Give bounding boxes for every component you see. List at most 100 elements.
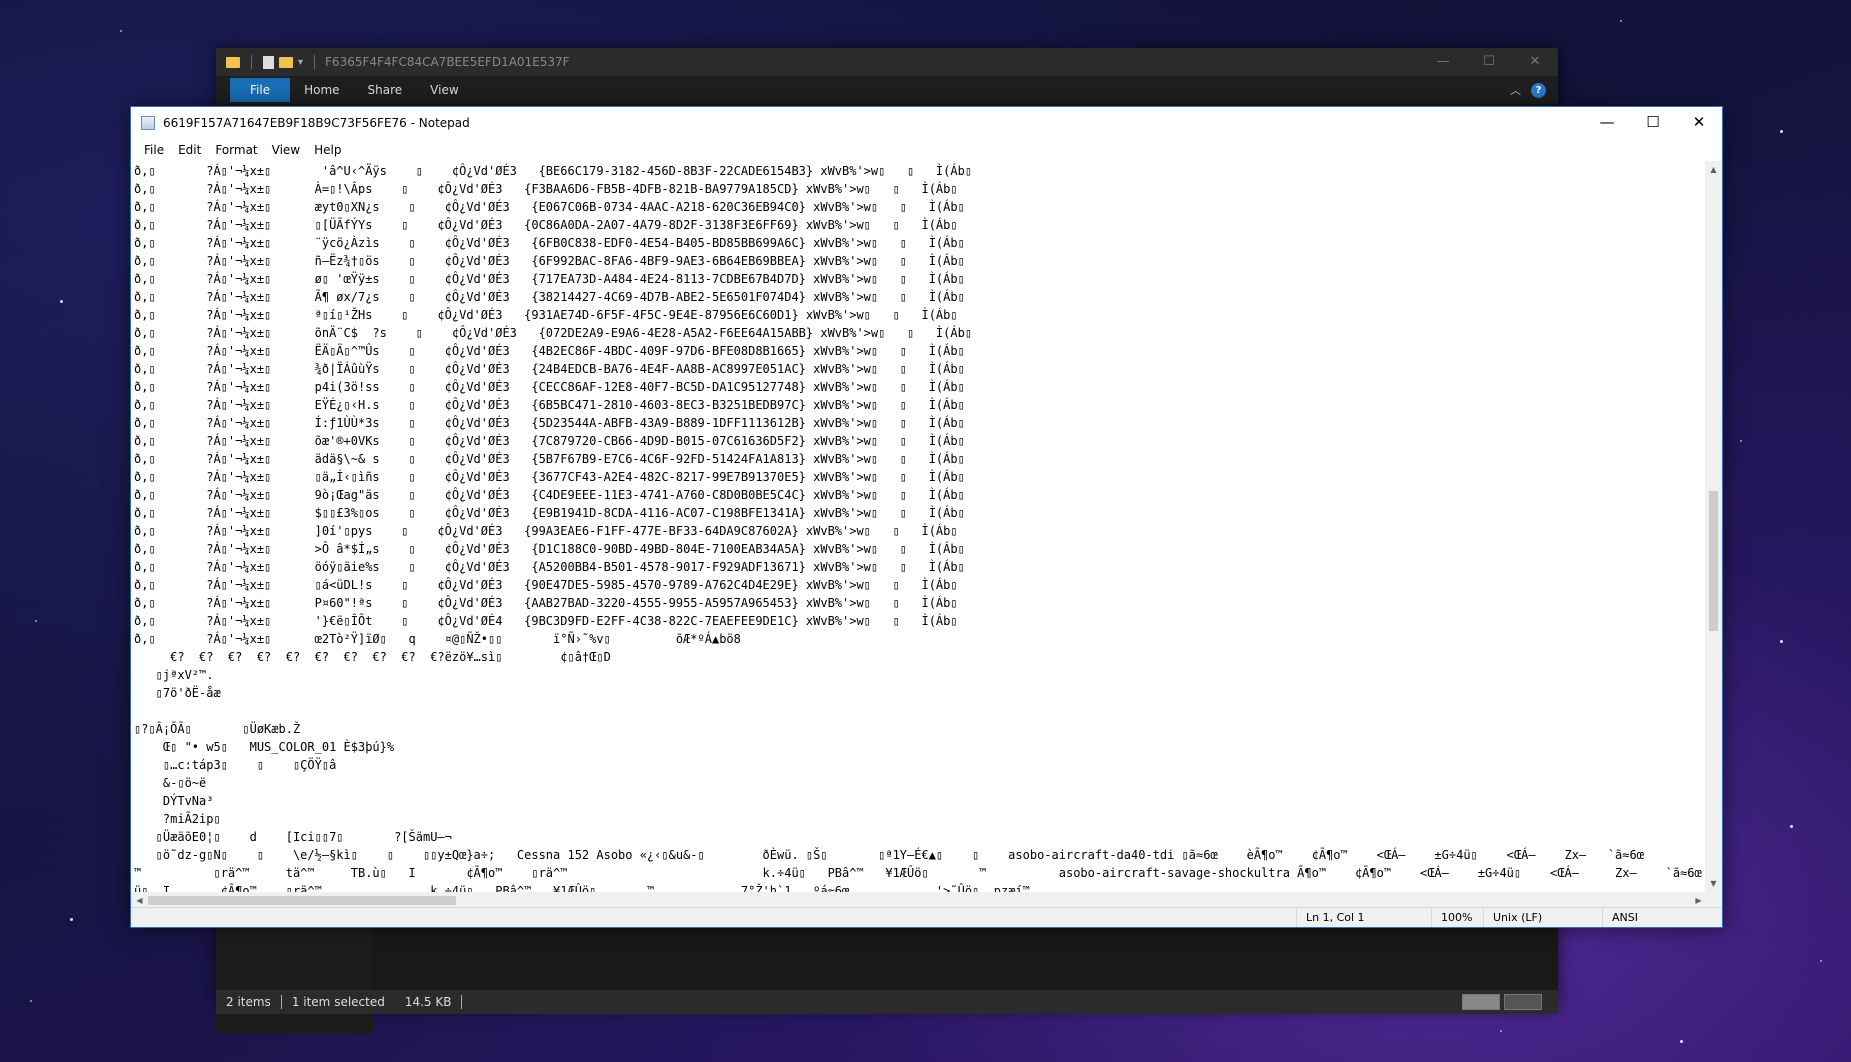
menu-file[interactable]: File [137, 143, 171, 157]
text-line[interactable]: ð,▯ ?Á▯'¬¼x±▯ ▯á<üDL!s ▯ ¢Ô¿Vd'ØÉ3 {90E4… [134, 576, 1707, 594]
text-line[interactable]: ?miÃ2ip▯ [134, 810, 1707, 828]
vertical-scroll-thumb[interactable] [1709, 491, 1718, 631]
text-line[interactable]: Œ▯ "• w5▯ MUS_COLOR_01 È$3þú}% [134, 738, 1707, 756]
text-line[interactable]: ▯?▯Â¡ÕÃ▯ ▯ÜøKæb.Ž [134, 720, 1707, 738]
folder-icon[interactable] [226, 56, 240, 68]
navigation-pane[interactable] [216, 928, 373, 1034]
chevron-down-icon[interactable]: ▾ [298, 57, 303, 68]
line-ending: Unix (LF) [1493, 911, 1543, 924]
text-line[interactable]: ð,▯ ?Á▯'¬¼x±▯ ª▯í▯¹ŽHs ▯ ¢Ô¿Vd'ØÉ3 {931A… [134, 306, 1707, 324]
text-line[interactable]: ▯ÜæäõE0¦▯ d [Ici▯▯7▯ ?[ŠämU–¬ [134, 828, 1707, 846]
new-folder-icon[interactable] [279, 56, 293, 68]
editor-content[interactable]: ð,▯ ?Á▯'¬¼x±▯ 'â^U‹^Äÿs ▯ ¢Ô¿Vd'ØÉ3 {BE6… [131, 161, 1707, 892]
text-line[interactable]: ð,▯ ?Á▯'¬¼x±▯ ñ–Ëz¾†▯ös ▯ ¢Ô¿Vd'ØÉ3 {6F9… [134, 252, 1707, 270]
scroll-down-icon[interactable]: ▼ [1705, 875, 1722, 892]
details-view-icon[interactable] [1462, 994, 1500, 1010]
minimize-icon[interactable]: — [1420, 48, 1466, 76]
chevron-up-icon[interactable]: ︿ [1510, 82, 1521, 98]
close-icon[interactable]: ✕ [1512, 48, 1558, 76]
star [1500, 1030, 1502, 1032]
text-line[interactable]: ð,▯ ?Á▯'¬¼x±▯ >Ô â*$Í„s ▯ ¢Ô¿Vd'ØÉ3 {D1C… [134, 540, 1707, 558]
text-line[interactable]: ð,▯ ?Á▯'¬¼x±▯ ¾ð|ÏÁûùŸs ▯ ¢Ô¿Vd'ØÉ3 {24B… [134, 360, 1707, 378]
text-line[interactable]: €? €? €? €? €? €? €? €? €? €?ëzö¥…sì▯ ¢▯… [134, 648, 1707, 666]
text-line[interactable]: ™ ▯rä^™ tä^™ TB.ù▯ I ¢Ã¶o™ ▯rä^™ k.÷4ü▯ … [134, 864, 1707, 882]
text-line[interactable]: ð,▯ ?Á▯'¬¼x±▯ ▯ä„Í‹▯ìñs ▯ ¢Ô¿Vd'ØÉ3 {367… [134, 468, 1707, 486]
text-line[interactable]: ð,▯ ?Á▯'¬¼x±▯ Ã¶ øx/7¿s ▯ ¢Ô¿Vd'ØÉ3 {382… [134, 288, 1707, 306]
text-line[interactable]: ð,▯ ?Á▯'¬¼x±▯ œ2Tò²Ÿ]ïØ▯ q ¤@▯ÑŽ•▯▯ ï°Ñ›… [134, 630, 1707, 648]
text-line[interactable]: ð,▯ ?Á▯'¬¼x±▯ p4i(3ö!ss ▯ ¢Ô¿Vd'ØÉ3 {CEC… [134, 378, 1707, 396]
help-icon[interactable]: ? [1531, 82, 1546, 98]
notepad-status-bar: Ln 1, Col 1 100% Unix (LF) ANSI [131, 907, 1722, 927]
text-line[interactable]: ð,▯ ?Á▯'¬¼x±▯ 'â^U‹^Äÿs ▯ ¢Ô¿Vd'ØÉ3 {BE6… [134, 162, 1707, 180]
text-line[interactable]: ▯ö˜dz-g▯N▯ ▯ \e/½–§kì▯ ▯ ▯▯y±Qœ}a÷; Cess… [134, 846, 1707, 864]
menu-edit[interactable]: Edit [171, 143, 208, 157]
text-line[interactable]: ð,▯ ?Á▯'¬¼x±▯ õæ'®+0VKs ▯ ¢Ô¿Vd'ØÉ3 {7C8… [134, 432, 1707, 450]
text-line[interactable]: ð,▯ ?Á▯'¬¼x±▯ öóÿ▯äie%s ▯ ¢Ô¿Vd'ØÉ3 {A52… [134, 558, 1707, 576]
text-line[interactable]: ð,▯ ?Á▯'¬¼x±▯ ädä§\~& s ▯ ¢Ô¿Vd'ØÉ3 {5B7… [134, 450, 1707, 468]
star [1620, 20, 1622, 22]
scroll-up-icon[interactable]: ▲ [1705, 161, 1722, 178]
maximize-icon[interactable]: ☐ [1630, 107, 1676, 137]
divider [1431, 908, 1432, 927]
star [1740, 440, 1742, 442]
minimize-icon[interactable]: — [1584, 107, 1630, 137]
text-line[interactable]: ð,▯ ?Á▯'¬¼x±▯ ËÄ▯Ä▯^™Ûs ▯ ¢Ô¿Vd'ØÉ3 {4B2… [134, 342, 1707, 360]
text-line[interactable]: ▯jªxV²™. [134, 666, 1707, 684]
notepad-title-bar: 6619F157A71647EB9F18B9C73F56FE76 - Notep… [131, 107, 1722, 139]
text-line[interactable]: ð,▯ ?Á▯'¬¼x±▯ $▯▯£3%▯os ▯ ¢Ô¿Vd'ØÉ3 {E9B… [134, 504, 1707, 522]
text-line[interactable]: ð,▯ ?Á▯'¬¼x±▯ À=▯!\Âps ▯ ¢Ô¿Vd'ØÉ3 {F3BA… [134, 180, 1707, 198]
zoom-level: 100% [1441, 911, 1473, 924]
horizontal-scroll-thumb[interactable] [148, 896, 456, 905]
text-line[interactable]: ð,▯ ?Á▯'¬¼x±▯ æyt0▯XN¿s ▯ ¢Ô¿Vd'ØÉ3 {E06… [134, 198, 1707, 216]
text-line[interactable]: ▯…c:táp3▯ ▯ ▯ÇÖŸ▯â [134, 756, 1707, 774]
explorer-title-bar: ▾ F6365F4F4FC84CA7BEE5EFD1A01E537F — ☐ ✕ [216, 48, 1558, 76]
star [1680, 1040, 1683, 1043]
notepad-window: 6619F157A71647EB9F18B9C73F56FE76 - Notep… [130, 106, 1723, 928]
menu-help[interactable]: Help [307, 143, 348, 157]
text-line[interactable]: ð,▯ ?Á▯'¬¼x±▯ '}€ë▯ÎÕt ▯ ¢Ô¿Vd'ØÉ4 {9BC3… [134, 612, 1707, 630]
text-line[interactable] [134, 702, 1707, 720]
divider [251, 55, 252, 69]
maximize-icon[interactable]: ☐ [1466, 48, 1512, 76]
text-line[interactable]: ð,▯ ?Á▯'¬¼x±▯ õnÄ¨C$ ?s ▯ ¢Ô¿Vd'ØÉ3 {072… [134, 324, 1707, 342]
star [1780, 640, 1783, 643]
text-line[interactable]: ü▯ I ¢Ã¶o™ ▯rä^™ k.÷4ü▯ PBâ^™ ¥1ÆÛö▯ ™ 7… [134, 882, 1707, 892]
menu-format[interactable]: Format [208, 143, 264, 157]
vertical-scrollbar[interactable]: ▲ ▼ [1705, 161, 1722, 892]
text-line[interactable]: DÝTvNa³ [134, 792, 1707, 810]
menu-view[interactable]: View [265, 143, 307, 157]
text-line[interactable]: &-▯ö~ë [134, 774, 1707, 792]
properties-icon[interactable] [263, 55, 274, 69]
text-line[interactable]: ð,▯ ?Á▯'¬¼x±▯ 9ò¡Œag"äs ▯ ¢Ô¿Vd'ØÉ3 {C4D… [134, 486, 1707, 504]
explorer-status-bar: 2 items 1 item selected 14.5 KB [216, 990, 1558, 1014]
tab-view[interactable]: View [416, 78, 472, 102]
text-line[interactable]: ð,▯ ?Á▯'¬¼x±▯ ▯[ÜÃfÝYs ▯ ¢Ô¿Vd'ØÉ3 {0C86… [134, 216, 1707, 234]
item-count: 2 items [226, 995, 271, 1009]
star [1780, 130, 1783, 133]
large-icons-view-icon[interactable] [1504, 994, 1542, 1010]
text-line[interactable]: ▯7ö'ðË-åæ [134, 684, 1707, 702]
text-line[interactable]: ð,▯ ?Á▯'¬¼x±▯ ¨ÿcö¿Àzìs ▯ ¢Ô¿Vd'ØÉ3 {6FB… [134, 234, 1707, 252]
tab-home[interactable]: Home [290, 78, 353, 102]
close-icon[interactable]: ✕ [1676, 107, 1722, 137]
text-line[interactable]: ð,▯ ?Á▯'¬¼x±▯ Í:ƒ1ÙÙ*3s ▯ ¢Ô¿Vd'ØÉ3 {5D2… [134, 414, 1707, 432]
divider [1483, 908, 1484, 927]
notepad-icon[interactable] [141, 116, 155, 130]
text-line[interactable]: ð,▯ ?Á▯'¬¼x±▯ ø▯ 'œŸÿ±s ▯ ¢Ô¿Vd'ØÉ3 {717… [134, 270, 1707, 288]
explorer-ribbon: File Home Share View ︿ ? [216, 76, 1558, 104]
text-line[interactable]: ð,▯ ?Á▯'¬¼x±▯ ]0í'▯pys ▯ ¢Ô¿Vd'ØÉ3 {99A3… [134, 522, 1707, 540]
star [60, 300, 63, 303]
star [70, 918, 73, 921]
divider [1602, 908, 1603, 927]
text-line[interactable]: ð,▯ ?Á▯'¬¼x±▯ EŸÉ¿▯‹H.s ▯ ¢Ô¿Vd'ØÉ3 {6B5… [134, 396, 1707, 414]
notepad-window-title: 6619F157A71647EB9F18B9C73F56FE76 - Notep… [163, 116, 470, 130]
star [120, 30, 122, 32]
text-line[interactable]: ð,▯ ?Á▯'¬¼x±▯ P¤60"!ªs ▯ ¢Ô¿Vd'ØÉ3 {AAB2… [134, 594, 1707, 612]
star [1820, 960, 1822, 962]
text-editor[interactable]: ð,▯ ?Á▯'¬¼x±▯ 'â^U‹^Äÿs ▯ ¢Ô¿Vd'ØÉ3 {BE6… [131, 161, 1707, 892]
tab-file[interactable]: File [230, 78, 291, 102]
ribbon-controls: ︿ ? [1510, 82, 1546, 98]
cursor-position: Ln 1, Col 1 [1306, 911, 1365, 924]
tab-share[interactable]: Share [354, 78, 417, 102]
menu-bar: File Edit Format View Help [131, 139, 1722, 161]
